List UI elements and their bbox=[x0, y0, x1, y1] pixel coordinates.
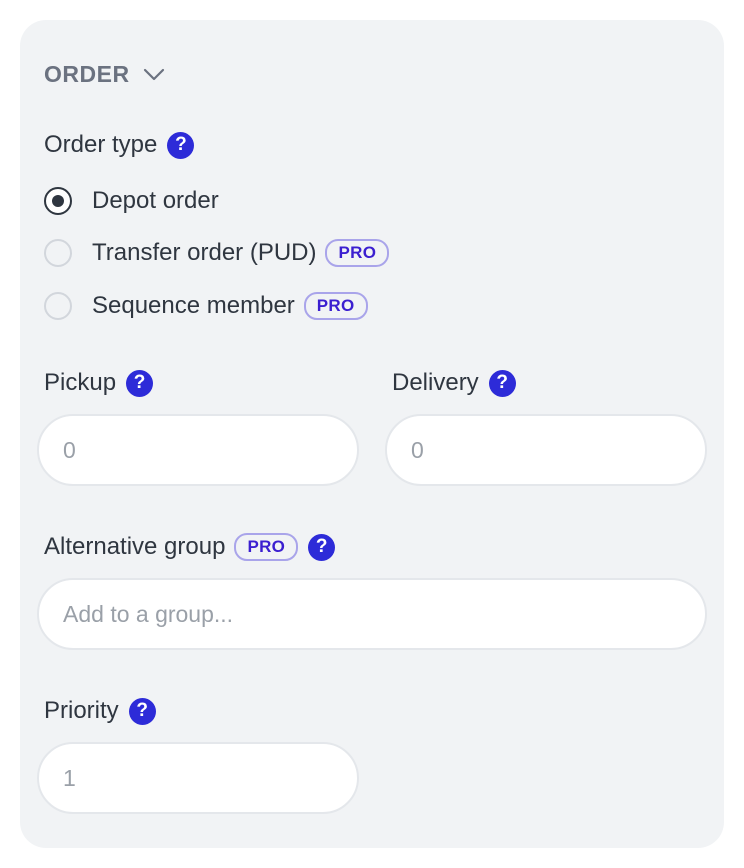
alternative-group-help-icon[interactable]: ? bbox=[308, 533, 336, 561]
alternative-group-label: Alternative group bbox=[44, 533, 226, 560]
delivery-label: Delivery bbox=[392, 369, 479, 396]
priority-label-row: Priority ? bbox=[44, 696, 156, 726]
pro-badge: PRO bbox=[325, 239, 390, 267]
alternative-group-label-row: Alternative group PRO ? bbox=[44, 532, 336, 562]
delivery-label-row: Delivery ? bbox=[392, 368, 516, 398]
radio-label: Sequence member bbox=[92, 292, 295, 319]
order-section-toggle[interactable]: ORDER bbox=[44, 60, 166, 88]
order-type-label: Order type bbox=[44, 131, 158, 158]
pickup-label: Pickup bbox=[44, 369, 117, 396]
pickup-input[interactable]: 0 bbox=[37, 414, 359, 486]
radio-button[interactable] bbox=[44, 239, 72, 267]
radio-option-sequence-member[interactable]: Sequence member PRO bbox=[44, 290, 368, 322]
priority-label: Priority bbox=[44, 697, 119, 724]
alternative-group-input[interactable]: Add to a group... bbox=[37, 578, 707, 650]
radio-label: Depot order bbox=[92, 187, 219, 214]
order-type-help-icon[interactable]: ? bbox=[167, 131, 195, 159]
pickup-label-row: Pickup ? bbox=[44, 368, 154, 398]
priority-help-icon[interactable]: ? bbox=[128, 697, 156, 725]
radio-option-transfer-order[interactable]: Transfer order (PUD) PRO bbox=[44, 237, 390, 269]
radio-button[interactable] bbox=[44, 292, 72, 320]
radio-button-checked[interactable] bbox=[44, 187, 72, 215]
pickup-help-icon[interactable]: ? bbox=[126, 369, 154, 397]
delivery-help-icon[interactable]: ? bbox=[488, 369, 516, 397]
pro-badge: PRO bbox=[303, 292, 368, 320]
pro-badge: PRO bbox=[234, 533, 299, 561]
radio-label: Transfer order (PUD) bbox=[92, 239, 317, 266]
priority-input[interactable]: 1 bbox=[37, 742, 359, 814]
order-panel: ORDER Order type ? Depot order Transfer … bbox=[20, 20, 724, 848]
radio-dot bbox=[52, 195, 64, 207]
delivery-input[interactable]: 0 bbox=[385, 414, 707, 486]
chevron-down-icon bbox=[143, 68, 164, 81]
radio-option-depot-order[interactable]: Depot order bbox=[44, 185, 219, 217]
order-type-label-row: Order type ? bbox=[44, 130, 195, 160]
section-title: ORDER bbox=[44, 60, 130, 87]
